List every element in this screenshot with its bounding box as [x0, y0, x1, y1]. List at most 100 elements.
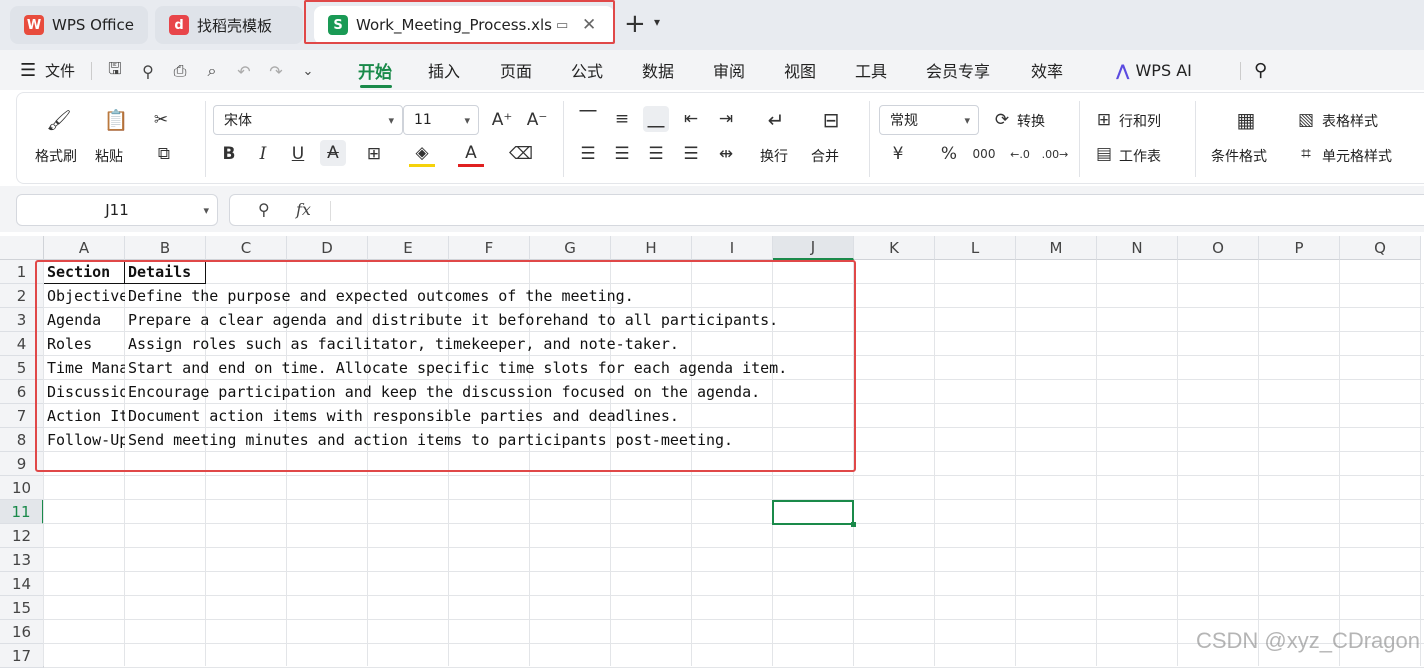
- wrap-text-icon[interactable]: ↵: [763, 107, 789, 133]
- menu-view[interactable]: 视图: [784, 50, 816, 90]
- search-icon[interactable]: ⚲: [1254, 50, 1267, 90]
- tab-list-chevron-icon[interactable]: ▾: [654, 15, 660, 29]
- format-painter-icon[interactable]: 🖌: [46, 107, 72, 133]
- column-header-c[interactable]: C: [206, 236, 287, 260]
- column-header-d[interactable]: D: [287, 236, 368, 260]
- row-header-12[interactable]: 12: [0, 524, 44, 548]
- strikethrough-icon[interactable]: A: [320, 140, 346, 166]
- align-middle-icon[interactable]: ≡: [609, 106, 635, 132]
- increase-indent-icon[interactable]: ⇥: [713, 106, 739, 132]
- wps-ai-button[interactable]: ⋀ WPS AI: [1116, 50, 1192, 90]
- column-header-a[interactable]: A: [44, 236, 125, 260]
- conditional-format-label[interactable]: 条件格式: [1211, 146, 1267, 166]
- table-style-label[interactable]: 表格样式: [1322, 111, 1378, 131]
- row-header-10[interactable]: 10: [0, 476, 44, 500]
- decrease-indent-icon[interactable]: ⇤: [678, 106, 704, 132]
- zoom-formula-icon[interactable]: ⚲: [258, 200, 270, 219]
- row-header-11[interactable]: 11: [0, 500, 44, 524]
- underline-icon[interactable]: U: [285, 141, 311, 167]
- justify-icon[interactable]: ☰: [678, 141, 704, 167]
- column-header-b[interactable]: B: [125, 236, 206, 260]
- column-header-j[interactable]: J: [773, 236, 854, 260]
- menu-tools[interactable]: 工具: [855, 50, 887, 90]
- decrease-font-icon[interactable]: A⁻: [524, 107, 550, 133]
- row-header-13[interactable]: 13: [0, 548, 44, 572]
- menu-page[interactable]: 页面: [500, 50, 532, 90]
- menu-insert[interactable]: 插入: [428, 50, 460, 90]
- rows-cols-label[interactable]: 行和列: [1119, 111, 1161, 131]
- row-header-15[interactable]: 15: [0, 596, 44, 620]
- print-preview-icon[interactable]: ⌕: [201, 60, 223, 82]
- print-icon[interactable]: ⎙: [169, 60, 191, 82]
- new-tab-icon[interactable]: +: [624, 10, 646, 38]
- convert-icon[interactable]: ⟳: [989, 107, 1015, 133]
- font-size-select[interactable]: 11 ▾: [403, 105, 479, 135]
- select-all-corner[interactable]: [0, 236, 44, 260]
- paste-label[interactable]: 粘贴: [95, 146, 123, 166]
- column-header-f[interactable]: F: [449, 236, 530, 260]
- cut-icon[interactable]: ✂: [148, 107, 174, 133]
- column-header-k[interactable]: K: [854, 236, 935, 260]
- column-header-l[interactable]: L: [935, 236, 1016, 260]
- worksheet-icon[interactable]: ▤: [1091, 141, 1117, 167]
- cell-style-icon[interactable]: ⌗: [1293, 141, 1319, 167]
- increase-font-icon[interactable]: A⁺: [489, 107, 515, 133]
- number-format-select[interactable]: 常规 ▾: [879, 105, 979, 135]
- row-header-16[interactable]: 16: [0, 620, 44, 644]
- conditional-format-icon[interactable]: ▦: [1233, 107, 1259, 133]
- spreadsheet-grid[interactable]: ABCDEFGHIJKLMNOPQ 1 2 3 4 5 6 7 8 9 10 11 12 13 14 15 1…: [0, 236, 1424, 668]
- column-header-o[interactable]: O: [1178, 236, 1259, 260]
- table-style-icon[interactable]: ▧: [1293, 107, 1319, 133]
- menu-review[interactable]: 审阅: [713, 50, 745, 90]
- rows-cols-icon[interactable]: ⊞: [1091, 107, 1117, 133]
- font-color-icon[interactable]: A: [458, 141, 484, 167]
- formula-input[interactable]: ⚲ fx: [229, 194, 1424, 226]
- hamburger-menu-icon[interactable]: ☰: [20, 50, 36, 90]
- menu-member[interactable]: 会员专享: [926, 50, 990, 90]
- decrease-decimal-icon[interactable]: .00→: [1042, 141, 1069, 167]
- wrap-text-label[interactable]: 换行: [760, 146, 788, 166]
- column-header-m[interactable]: M: [1016, 236, 1097, 260]
- tab-wps-office[interactable]: W WPS Office: [10, 6, 148, 44]
- align-bottom-icon[interactable]: ⎽: [643, 106, 669, 132]
- undo-icon[interactable]: ↶: [233, 60, 255, 82]
- menu-home[interactable]: 开始: [358, 50, 392, 90]
- cell-style-label[interactable]: 单元格样式: [1322, 146, 1392, 166]
- fx-icon[interactable]: fx: [296, 200, 311, 219]
- paste-icon[interactable]: 📋: [103, 107, 129, 133]
- thousands-icon[interactable]: 000: [971, 141, 997, 167]
- clear-format-icon[interactable]: ⌫: [508, 141, 534, 167]
- column-header-p[interactable]: P: [1259, 236, 1340, 260]
- menu-file[interactable]: 文件: [45, 50, 75, 90]
- font-name-select[interactable]: 宋体 ▾: [213, 105, 403, 135]
- merge-cells-icon[interactable]: ⊟: [818, 107, 844, 133]
- align-right-icon[interactable]: ☰: [643, 141, 669, 167]
- save-icon[interactable]: 🖫: [104, 59, 126, 82]
- more-quick-access-icon[interactable]: ⌄: [297, 60, 319, 82]
- convert-label[interactable]: 转换: [1017, 111, 1045, 131]
- row-header-14[interactable]: 14: [0, 572, 44, 596]
- row-header-17[interactable]: 17: [0, 644, 44, 668]
- italic-icon[interactable]: I: [250, 141, 276, 167]
- menu-efficiency[interactable]: 效率: [1031, 50, 1063, 90]
- name-box[interactable]: J11 ▾: [16, 194, 218, 226]
- share-link-icon[interactable]: ⚲: [137, 60, 159, 82]
- align-left-icon[interactable]: ☰: [575, 141, 601, 167]
- increase-decimal-icon[interactable]: ←.0: [1007, 141, 1033, 167]
- menu-data[interactable]: 数据: [642, 50, 674, 90]
- align-top-icon[interactable]: ⎺: [575, 106, 601, 132]
- column-header-q[interactable]: Q: [1340, 236, 1421, 260]
- fill-color-icon[interactable]: ◈: [409, 141, 435, 167]
- column-header-n[interactable]: N: [1097, 236, 1178, 260]
- tab-docer-templates[interactable]: d 找稻壳模板: [155, 6, 303, 44]
- distributed-icon[interactable]: ⇹: [713, 141, 739, 167]
- bold-icon[interactable]: B: [216, 141, 242, 167]
- currency-icon[interactable]: ¥: [885, 141, 911, 167]
- column-header-h[interactable]: H: [611, 236, 692, 260]
- column-header-i[interactable]: I: [692, 236, 773, 260]
- column-header-g[interactable]: G: [530, 236, 611, 260]
- redo-icon[interactable]: ↷: [265, 60, 287, 82]
- format-painter-label[interactable]: 格式刷: [35, 146, 77, 166]
- align-center-icon[interactable]: ☰: [609, 141, 635, 167]
- worksheet-label[interactable]: 工作表: [1119, 146, 1161, 166]
